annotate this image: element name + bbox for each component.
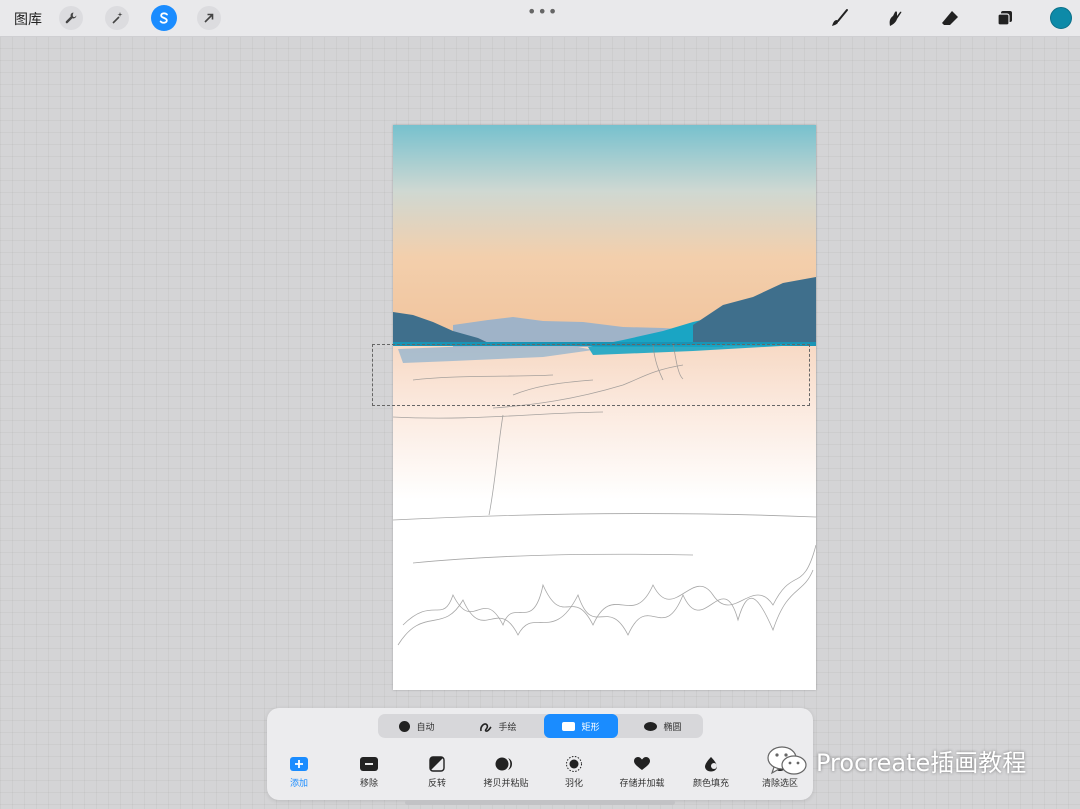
freehand-icon [480, 722, 493, 732]
invert-button[interactable]: 反转 [402, 756, 472, 789]
selection-mode-segmented: 自动 手绘 矩形 椭圆 [378, 714, 703, 738]
layers-icon[interactable] [994, 7, 1016, 29]
rectangle-icon [562, 721, 576, 731]
copy-paste-icon [495, 757, 512, 771]
remove-label: 移除 [359, 779, 378, 789]
smudge-icon[interactable] [884, 7, 906, 29]
selection-marquee[interactable] [372, 344, 810, 406]
add-label: 添加 [289, 779, 308, 789]
watermark-text: Procreate插画教程 [816, 749, 1027, 777]
more-dots-icon[interactable]: ••• [527, 2, 558, 21]
copy-paste-button[interactable]: 拷贝并粘贴 [471, 756, 541, 789]
color-fill-icon [705, 757, 717, 772]
copy-paste-label: 拷贝并粘贴 [483, 779, 529, 789]
mode-label: 椭圆 [663, 722, 682, 733]
color-swatch[interactable] [1050, 7, 1072, 29]
dot-icon [399, 720, 411, 732]
mode-automatic[interactable]: 自动 [378, 714, 456, 738]
heart-icon [634, 757, 650, 770]
mode-label: 手绘 [498, 722, 517, 733]
home-indicator [405, 800, 675, 805]
plus-icon [290, 757, 308, 771]
wrench-icon[interactable] [59, 6, 83, 30]
selection-icon[interactable] [151, 5, 177, 31]
canvas-artwork [393, 125, 816, 690]
feather-label: 羽化 [564, 779, 583, 789]
feather-icon [566, 756, 582, 772]
watermark: Procreate插画教程 [766, 743, 1026, 778]
brush-icon[interactable] [829, 7, 851, 29]
top-toolbar: 图库 ••• [0, 0, 1080, 37]
gallery-link[interactable]: 图库 [14, 9, 42, 29]
minus-icon [360, 757, 378, 771]
mode-label: 矩形 [581, 722, 600, 733]
arrow-cursor-icon[interactable] [197, 6, 221, 30]
selection-panel: 自动 手绘 矩形 椭圆 添加 移除 反转 拷贝并粘贴 羽化 存储并加载 颜色填充… [267, 708, 813, 800]
save-load-label: 存储并加载 [619, 779, 665, 789]
mode-rectangle[interactable]: 矩形 [544, 714, 618, 738]
ellipse-icon [644, 721, 658, 731]
color-fill-button[interactable]: 颜色填充 [676, 756, 746, 789]
drawing-canvas[interactable] [393, 125, 816, 690]
save-load-button[interactable]: 存储并加载 [607, 756, 677, 789]
eraser-icon[interactable] [939, 7, 961, 29]
feather-button[interactable]: 羽化 [539, 756, 609, 789]
remove-button[interactable]: 移除 [334, 756, 404, 789]
mode-label: 自动 [416, 722, 435, 733]
color-fill-label: 颜色填充 [692, 779, 729, 789]
invert-label: 反转 [427, 779, 446, 789]
invert-icon [429, 756, 445, 772]
mode-freehand[interactable]: 手绘 [459, 714, 537, 738]
magic-wand-icon[interactable] [105, 6, 129, 30]
mode-ellipse[interactable]: 椭圆 [624, 714, 702, 738]
add-button[interactable]: 添加 [264, 756, 334, 789]
wechat-logo-icon [767, 745, 807, 775]
